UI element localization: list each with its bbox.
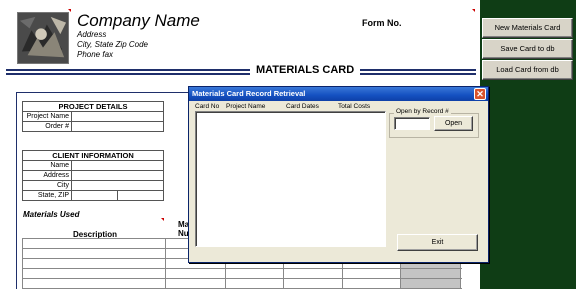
- project-details-table: PROJECT DETAILS Project Name Order #: [22, 101, 164, 132]
- company-logo-image: [17, 12, 69, 64]
- grid-column-line: [165, 238, 166, 289]
- record-number-input[interactable]: [394, 117, 430, 130]
- client-address-label: Address: [22, 170, 72, 181]
- client-information-table: CLIENT INFORMATION Name Address City Sta…: [22, 150, 164, 201]
- company-address[interactable]: Address: [77, 30, 106, 39]
- record-retrieval-dialog: Materials Card Record Retrieval ✕ Card N…: [188, 86, 489, 263]
- table-row: [22, 278, 462, 279]
- dialog-title: Materials Card Record Retrieval: [192, 89, 306, 98]
- client-zip-field[interactable]: [117, 190, 164, 201]
- logo-photo-icon: [18, 13, 68, 63]
- client-name-field[interactable]: [71, 160, 164, 171]
- open-by-record-label: Open by Record #: [394, 108, 451, 115]
- company-name[interactable]: Company Name: [77, 11, 200, 31]
- client-city-field[interactable]: [71, 180, 164, 191]
- new-materials-card-button[interactable]: New Materials Card: [482, 18, 573, 38]
- company-phone-fax[interactable]: Phone fax: [77, 50, 113, 59]
- order-number-label: Order #: [22, 121, 72, 132]
- column-total-costs: Total Costs: [338, 103, 371, 110]
- client-name-label: Name: [22, 160, 72, 171]
- project-details-header: PROJECT DETAILS: [22, 101, 164, 112]
- card-title: MATERIALS CARD: [250, 64, 361, 76]
- save-card-button[interactable]: Save Card to db: [482, 39, 573, 59]
- grid-column-line: [22, 238, 23, 289]
- client-city-label: City: [22, 180, 72, 191]
- comment-marker: [472, 9, 475, 12]
- comment-marker: [68, 9, 71, 12]
- project-name-label: Project Name: [22, 111, 72, 122]
- open-button[interactable]: Open: [434, 116, 473, 131]
- company-city-state-zip[interactable]: City, State Zip Code: [77, 40, 148, 49]
- client-address-field[interactable]: [71, 170, 164, 181]
- client-information-header: CLIENT INFORMATION: [22, 150, 164, 161]
- order-number-field[interactable]: [71, 121, 164, 132]
- project-name-field[interactable]: [71, 111, 164, 122]
- close-icon[interactable]: ✕: [474, 88, 486, 100]
- client-state-zip-label: State, ZIP: [22, 190, 72, 201]
- comment-marker: [161, 218, 164, 221]
- column-card-no: Card No: [195, 103, 220, 110]
- table-row: [22, 268, 462, 269]
- load-card-button[interactable]: Load Card from db: [482, 60, 573, 80]
- column-project-name: Project Name: [226, 103, 266, 110]
- exit-button[interactable]: Exit: [397, 234, 478, 251]
- form-number-label: Form No.: [362, 18, 402, 28]
- dialog-titlebar[interactable]: Materials Card Record Retrieval ✕: [189, 87, 488, 101]
- records-listbox[interactable]: [195, 111, 386, 247]
- materials-used-label: Materials Used: [23, 210, 80, 219]
- title-divider: [6, 73, 476, 75]
- title-divider: [6, 69, 476, 71]
- client-state-field[interactable]: [71, 190, 118, 201]
- column-card-dates: Card Dates: [286, 103, 319, 110]
